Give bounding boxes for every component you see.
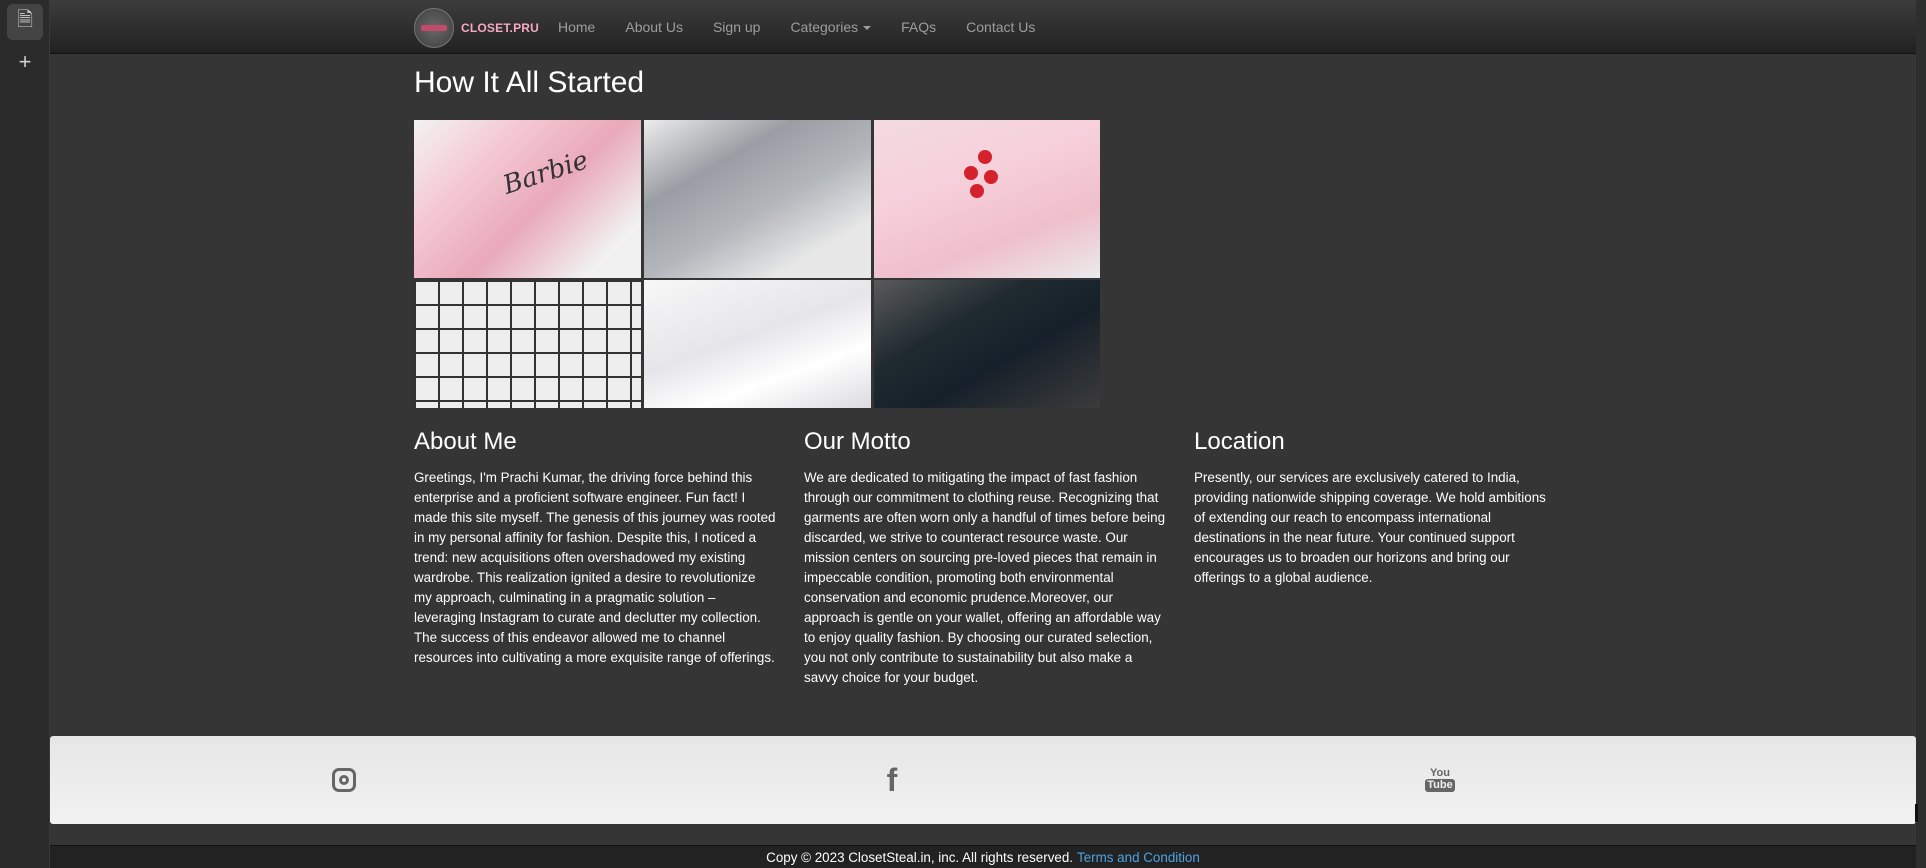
- brand-logo: [414, 8, 454, 48]
- social-links-bar: f You Tube: [50, 736, 1916, 824]
- gallery-photo-white-top[interactable]: [644, 280, 871, 408]
- window-edge: [1916, 0, 1926, 868]
- nav-faqs[interactable]: FAQs: [901, 19, 936, 35]
- location-text: Presently, our services are exclusively …: [1194, 470, 1546, 585]
- barbie-logo: Barbie: [499, 145, 592, 201]
- page-viewport: CLOSET.PRU Home About Us Sign up Categor…: [50, 0, 1916, 868]
- about-me-text: Greetings, I'm Prachi Kumar, the driving…: [414, 470, 776, 665]
- nav-categories-dropdown[interactable]: Categories: [790, 19, 872, 35]
- brand-name: CLOSET.PRU: [461, 21, 540, 35]
- navbar: CLOSET.PRU Home About Us Sign up Categor…: [50, 0, 1916, 54]
- plus-icon[interactable]: +: [7, 44, 43, 80]
- gallery-photo-black-ruffle-top[interactable]: [874, 280, 1100, 408]
- instagram-icon[interactable]: [324, 760, 364, 800]
- about-me-heading: About Me: [414, 428, 517, 455]
- youtube-icon[interactable]: You Tube: [1420, 760, 1460, 800]
- our-motto-section: Our Motto We are dedicated to mitigating…: [804, 428, 1166, 688]
- youtube-icon-top: You: [1430, 767, 1450, 779]
- nav-about-us[interactable]: About Us: [625, 19, 683, 35]
- gallery-photo-pink-crop-top[interactable]: Barbie: [414, 120, 641, 278]
- nav-categories-label: Categories: [790, 19, 859, 35]
- file-icon[interactable]: 🗎: [7, 4, 43, 40]
- location-section: Location Presently, our services are exc…: [1194, 428, 1556, 588]
- browser-side-rail: 🗎 +: [0, 0, 50, 868]
- facebook-icon[interactable]: f: [872, 760, 912, 800]
- page-title: How It All Started: [414, 66, 645, 99]
- youtube-icon-bottom: Tube: [1425, 779, 1455, 792]
- nav-contact-us[interactable]: Contact Us: [966, 19, 1035, 35]
- our-motto-text: We are dedicated to mitigating the impac…: [804, 470, 1166, 685]
- footer: Copy © 2023 ClosetSteal.in, inc. All rig…: [50, 845, 1916, 868]
- gallery-photo-grey-top[interactable]: [644, 120, 871, 278]
- about-me-section: About Me Greetings, I'm Prachi Kumar, th…: [414, 428, 776, 668]
- scrollbar-thumb[interactable]: [1915, 804, 1918, 822]
- photo-gallery: Barbie: [414, 120, 1101, 408]
- footer-copyright: Copy © 2023 ClosetSteal.in, inc. All rig…: [766, 849, 1074, 865]
- gallery-photo-pink-rose-top[interactable]: [874, 120, 1100, 278]
- brand[interactable]: CLOSET.PRU: [414, 8, 539, 48]
- rose-print: [964, 150, 1004, 200]
- nav-home[interactable]: Home: [558, 19, 595, 35]
- location-heading: Location: [1194, 428, 1285, 455]
- nav-links: Home About Us Sign up Categories FAQs Co…: [558, 0, 1065, 54]
- gallery-photo-grid-print-top[interactable]: [414, 280, 641, 408]
- nav-sign-up[interactable]: Sign up: [713, 19, 760, 35]
- terms-link[interactable]: Terms and Condition: [1077, 850, 1200, 865]
- our-motto-heading: Our Motto: [804, 428, 911, 455]
- caret-down-icon: [863, 26, 872, 31]
